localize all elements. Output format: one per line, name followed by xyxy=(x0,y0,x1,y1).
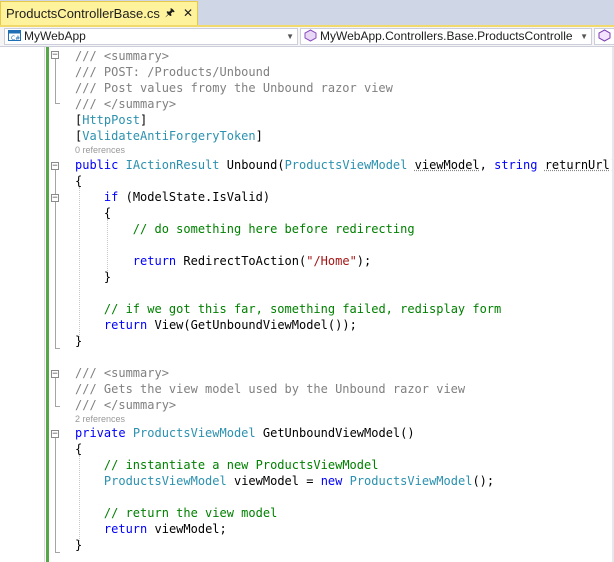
code-line: { xyxy=(75,174,83,188)
change-tracking-bar xyxy=(46,47,49,562)
class-path: MyWebApp.Controllers.Base.ProductsContro… xyxy=(320,29,573,43)
gutter-divider xyxy=(44,47,45,562)
collapse-doc-comment[interactable]: − xyxy=(51,370,59,379)
fold-end xyxy=(55,552,60,553)
code-line: /// Post values fromy the Unbound razor … xyxy=(75,81,393,95)
code-line: if (ModelState.IsValid) xyxy=(103,190,271,204)
code-line: } xyxy=(103,270,112,284)
code-line: // instantiate a new ProductsViewModel xyxy=(103,458,379,472)
code-line: /// </summary> xyxy=(75,97,177,111)
tab-title: ProductsControllerBase.cs xyxy=(6,6,160,21)
chevron-down-icon: ▼ xyxy=(286,32,294,41)
member-dropdown[interactable] xyxy=(594,28,614,45)
pin-icon[interactable]: 🖈 xyxy=(163,6,177,20)
collapse-if-block[interactable]: − xyxy=(51,194,59,203)
navigation-bar: C# MyWebApp ▼ MyWebApp.Controllers.Base.… xyxy=(0,27,614,47)
code-line: private ProductsViewModel GetUnboundView… xyxy=(75,426,415,440)
document-tab[interactable]: ProductsControllerBase.cs 🖈 ✕ xyxy=(0,1,198,25)
code-line: // if we got this far, something failed,… xyxy=(103,302,502,316)
csharp-project-icon: C# xyxy=(8,30,21,42)
chevron-down-icon: ▼ xyxy=(580,32,588,41)
svg-text:C#: C# xyxy=(11,35,20,42)
class-icon xyxy=(304,29,317,42)
code-line: return RedirectToAction("/Home"); xyxy=(132,254,372,268)
codelens-references[interactable]: 0 references xyxy=(75,144,125,156)
code-line: /// <summary> xyxy=(75,366,169,380)
code-line: // do something here before redirecting xyxy=(132,222,415,236)
code-line: [HttpPost] xyxy=(75,113,148,127)
collapse-method-getunbound[interactable]: − xyxy=(51,430,59,439)
codelens-references[interactable]: 2 references xyxy=(75,413,125,425)
class-dropdown[interactable]: MyWebApp.Controllers.Base.ProductsContro… xyxy=(300,28,592,45)
fold-line xyxy=(55,378,56,407)
code-line: } xyxy=(75,538,83,552)
code-line: return View(GetUnboundViewModel()); xyxy=(103,318,357,332)
tab-strip: ProductsControllerBase.cs 🖈 ✕ xyxy=(0,0,614,26)
code-line: /// Gets the view model used by the Unbo… xyxy=(75,382,466,396)
code-line: ProductsViewModel viewModel = new Produc… xyxy=(103,474,495,488)
method-icon xyxy=(598,29,611,42)
code-line: { xyxy=(103,206,112,220)
code-line: } xyxy=(75,334,83,348)
collapse-method-unbound[interactable]: − xyxy=(51,162,59,171)
code-line: return viewModel; xyxy=(103,522,227,536)
project-dropdown[interactable]: C# MyWebApp ▼ xyxy=(4,28,298,45)
code-line: /// POST: /Products/Unbound xyxy=(75,65,271,79)
code-line: public IActionResult Unbound(ProductsVie… xyxy=(75,158,614,172)
fold-line xyxy=(55,438,56,553)
code-line: /// </summary> xyxy=(75,398,177,412)
code-line: [ValidateAntiForgeryToken] xyxy=(75,129,263,143)
code-line: // return the view model xyxy=(103,506,278,520)
fold-end xyxy=(55,406,60,407)
code-line: /// <summary> xyxy=(75,49,169,63)
fold-line xyxy=(55,59,56,104)
close-icon[interactable]: ✕ xyxy=(181,6,195,20)
fold-end xyxy=(55,348,60,349)
project-name: MyWebApp xyxy=(24,29,86,43)
code-editor[interactable]: − − − − − /// <summary> /// POST: /Produ… xyxy=(0,47,614,562)
fold-end xyxy=(55,103,60,104)
code-line: { xyxy=(75,442,83,456)
collapse-doc-comment[interactable]: − xyxy=(51,51,59,60)
